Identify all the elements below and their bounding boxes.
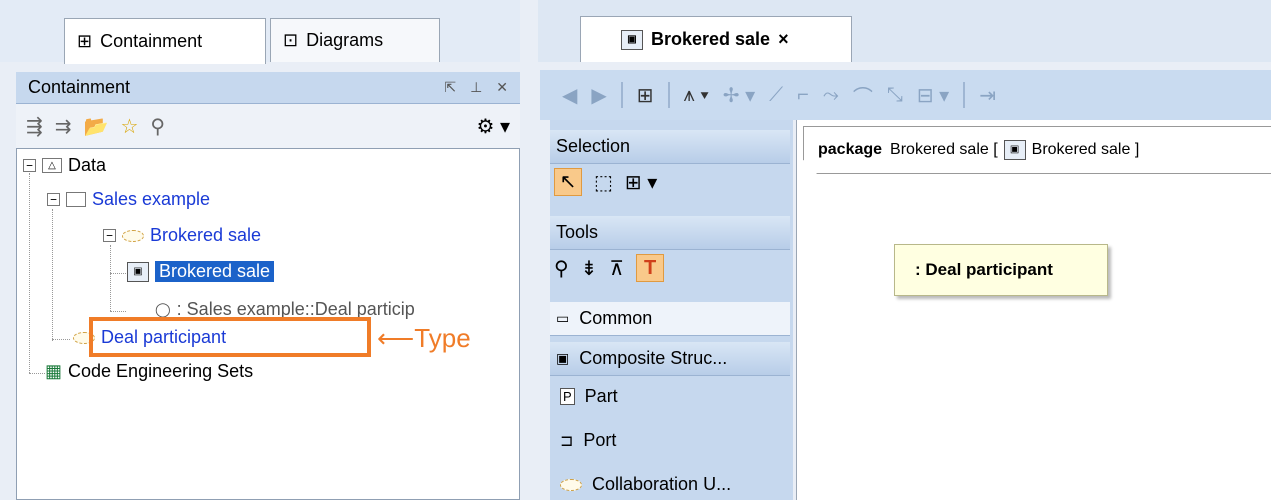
type-highlight-box [89, 317, 371, 357]
containment-icon[interactable]: ⊞ [637, 83, 654, 108]
palette-group-composite-structure[interactable]: ▣ Composite Struc... [550, 342, 790, 376]
float-icon[interactable]: ⇱ [444, 79, 456, 96]
diagram-frame-header: package Brokered sale [ ▣ Brokered sale … [803, 126, 1271, 174]
annotation-label: Type [414, 323, 471, 353]
tree-item-label: Data [68, 155, 107, 175]
deal-participant-shape[interactable]: : Deal participant [894, 244, 1108, 296]
package-folder-icon [66, 192, 86, 207]
diagram-canvas[interactable] [796, 120, 1271, 500]
tree-item-label: Sales example [92, 189, 211, 209]
composite-diagram-icon: ▣ [1003, 140, 1026, 160]
collapse-icon[interactable]: − [103, 229, 116, 242]
collapse-icon[interactable]: − [23, 159, 36, 172]
line-icon[interactable]: ⟋ [769, 84, 783, 107]
diagram-toolbar: ◀ ▶ ⊞ ⩚ ▾ ✢ ▾ ⟋ ⌐ ⤳ ⌒ ⤡ ⊟ ▾ ⇥ [540, 70, 1271, 120]
package-data-icon: △ [42, 158, 62, 173]
rectilinear-icon[interactable]: ⌐ [797, 84, 809, 107]
tree-item-data[interactable]: − △ Data [23, 155, 106, 176]
text-tool-icon[interactable]: T [636, 254, 665, 282]
distribute-icon[interactable]: ⇟ [581, 256, 598, 281]
arrow-left-icon: ⟵ [377, 323, 415, 353]
tree-item-label: Brokered sale [155, 261, 275, 282]
bezier-icon[interactable]: ⌒ [853, 81, 873, 110]
insert-icon[interactable]: ⇥ [979, 83, 996, 108]
pointer-icon[interactable]: ↖ [554, 168, 582, 196]
align-icon[interactable]: ⊟ ▾ [917, 83, 949, 108]
palette-item-port[interactable]: ⊐ Port [560, 430, 616, 451]
composite-diagram-icon: ▣ [621, 29, 643, 50]
search-icon[interactable]: ⚲ [150, 114, 165, 139]
tree-item-brokered-sale-collaboration[interactable]: − Brokered sale [103, 225, 261, 246]
palette-item-label: Port [583, 430, 617, 450]
open-icon[interactable]: 📂 [84, 114, 109, 139]
tab-diagrams-label: Diagrams [306, 30, 384, 50]
frame-name: Brokered sale [ [890, 141, 998, 158]
tab-brokered-sale[interactable]: ▣ Brokered sale × [580, 16, 852, 62]
spacing-icon[interactable]: ⊼ [609, 256, 624, 281]
folder-icon: ▭ [556, 310, 570, 326]
close-tab-icon[interactable]: × [778, 29, 789, 50]
palette-group-common[interactable]: ▭ Common [550, 302, 790, 336]
collapse-icon[interactable]: − [47, 193, 60, 206]
containment-tree: − △ Data − Sales example − Brokered sale… [16, 148, 520, 500]
palette-item-label: Collaboration U... [592, 474, 732, 494]
oblique-icon[interactable]: ⤳ [823, 84, 839, 107]
code-engineering-icon: ▦ [45, 361, 63, 381]
containment-panel-header: Containment ⇱ ⊥ ✕ [16, 72, 520, 104]
palette-group-label: Tools [556, 222, 599, 242]
composite-diagram-icon: ▣ [556, 350, 570, 366]
layout-icon[interactable]: ⩚ ▾ [684, 84, 709, 107]
shape-label: : Deal participant [915, 260, 1053, 279]
palette-item-label: Part [584, 386, 618, 406]
back-icon[interactable]: ◀ [562, 83, 577, 108]
collapse-all-icon[interactable]: ⇉ [55, 114, 72, 139]
tree-item-label: Code Engineering Sets [68, 361, 254, 381]
tab-containment-label: Containment [100, 31, 203, 51]
palette-group-label: Selection [556, 136, 631, 156]
palette-group-label: Common [579, 308, 653, 328]
tools-icons: ⚲ ⇟ ⊼ T [550, 254, 665, 282]
tree-item-brokered-sale-diagram[interactable]: ▣ Brokered sale [127, 261, 275, 282]
part-icon: ◯ [155, 301, 171, 317]
frame-keyword: package [818, 141, 883, 158]
collaboration-use-icon [560, 478, 582, 491]
composite-diagram-icon: ▣ [127, 261, 149, 282]
tree-item-code-engineering-sets[interactable]: ▦ Code Engineering Sets [45, 361, 253, 382]
star-icon[interactable]: ☆ [120, 114, 138, 139]
marquee-select-icon[interactable]: ⬚ [594, 170, 613, 195]
expand-all-icon[interactable]: ⇶ [26, 114, 43, 139]
close-icon[interactable]: ✕ [496, 79, 508, 96]
type-annotation: ⟵ Type [377, 323, 471, 354]
pin-icon[interactable]: ⊥ [470, 79, 482, 96]
palette-group-tools[interactable]: Tools [550, 216, 790, 250]
path-style-icon[interactable]: ✢ ▾ [723, 83, 755, 108]
gear-icon[interactable]: ⚙ ▾ [476, 114, 510, 139]
palette-group-selection[interactable]: Selection [550, 130, 790, 164]
palette-item-part[interactable]: P Part [560, 386, 618, 407]
part-icon: P [560, 388, 575, 405]
tree-item-label: Brokered sale [150, 225, 262, 245]
reset-icon[interactable]: ⤡ [887, 84, 903, 107]
tab-containment[interactable]: ⊞ Containment [64, 18, 266, 64]
containment-toolbar: ⇶ ⇉ 📂 ☆ ⚲ ⚙ ▾ [16, 104, 520, 148]
stamp-icon[interactable]: ⚲ [554, 256, 569, 281]
tab-diagrams[interactable]: ⊡ Diagrams [270, 18, 440, 62]
selection-tools: ↖ ⬚ ⊞ ▾ [550, 168, 657, 196]
collaboration-icon [122, 229, 144, 242]
diagram-tab-label: Brokered sale [651, 29, 771, 49]
palette-item-collaboration-use[interactable]: Collaboration U... [560, 474, 731, 495]
diagram-palette: Selection ↖ ⬚ ⊞ ▾ Tools ⚲ ⇟ ⊼ T ▭ Common… [550, 120, 793, 500]
tree-item-sales-example[interactable]: − Sales example [47, 189, 210, 210]
forward-icon[interactable]: ▶ [591, 83, 606, 108]
diagrams-icon: ⊡ [283, 30, 299, 50]
port-icon: ⊐ [560, 432, 574, 450]
containment-icon: ⊞ [77, 31, 93, 51]
frame-diagram-name: Brokered sale ] [1031, 141, 1140, 158]
multi-select-icon[interactable]: ⊞ ▾ [625, 170, 657, 195]
palette-group-label: Composite Struc... [579, 348, 728, 368]
panel-title: Containment [28, 77, 131, 97]
